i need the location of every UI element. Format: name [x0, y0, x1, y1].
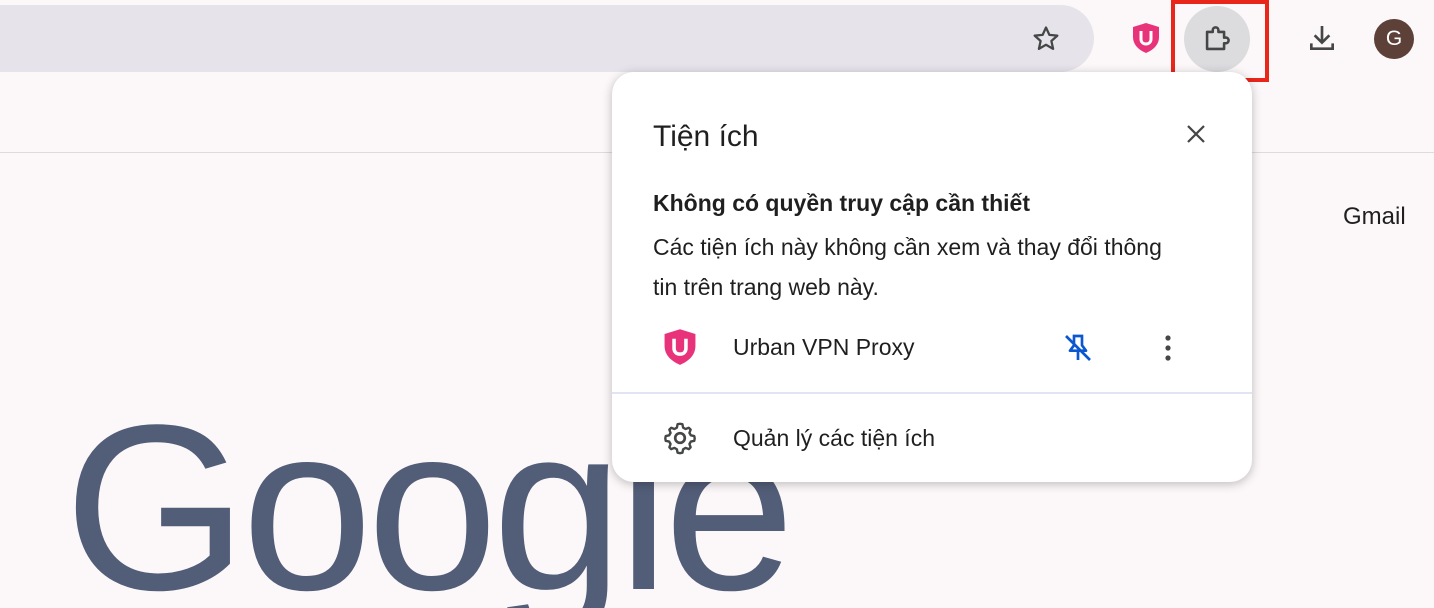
extension-row-urban-vpn[interactable]: Urban VPN Proxy — [612, 320, 1252, 376]
extensions-popup: Tiện ích Không có quyền truy cập cần thi… — [612, 72, 1252, 482]
avatar-letter: G — [1385, 27, 1403, 50]
close-icon — [1187, 125, 1205, 143]
download-icon — [1310, 26, 1334, 50]
extension-name: Urban VPN Proxy — [733, 334, 915, 360]
manage-extensions-label: Quản lý các tiện ích — [733, 425, 935, 451]
section-description: Các tiện ích này không cần xem và thay đ… — [653, 234, 1162, 300]
profile-avatar[interactable]: G — [1374, 19, 1414, 59]
urban-vpn-icon — [1133, 23, 1159, 53]
more-vert-icon — [1165, 335, 1171, 361]
gmail-link[interactable]: Gmail — [1343, 203, 1406, 231]
gear-icon — [664, 422, 696, 455]
urban-vpn-icon — [664, 329, 696, 365]
pin-button[interactable] — [1058, 328, 1098, 368]
star-icon — [1033, 26, 1059, 50]
manage-extensions-row[interactable]: Quản lý các tiện ích — [612, 412, 1252, 464]
close-button[interactable] — [1176, 114, 1216, 154]
unpin-icon — [1065, 334, 1091, 361]
downloads-button[interactable] — [1296, 12, 1348, 64]
popup-title: Tiện ích — [653, 120, 759, 153]
more-options-button[interactable] — [1148, 328, 1188, 368]
urban-vpn-toolbar-button[interactable] — [1120, 12, 1172, 64]
address-bar[interactable] — [0, 5, 1094, 72]
bookmark-star-button[interactable] — [1020, 13, 1072, 65]
highlight-box — [1171, 0, 1269, 82]
browser-toolbar: G — [0, 0, 1434, 82]
section-heading: Không có quyền truy cập cần thiết — [653, 190, 1030, 216]
popup-separator — [612, 392, 1252, 394]
